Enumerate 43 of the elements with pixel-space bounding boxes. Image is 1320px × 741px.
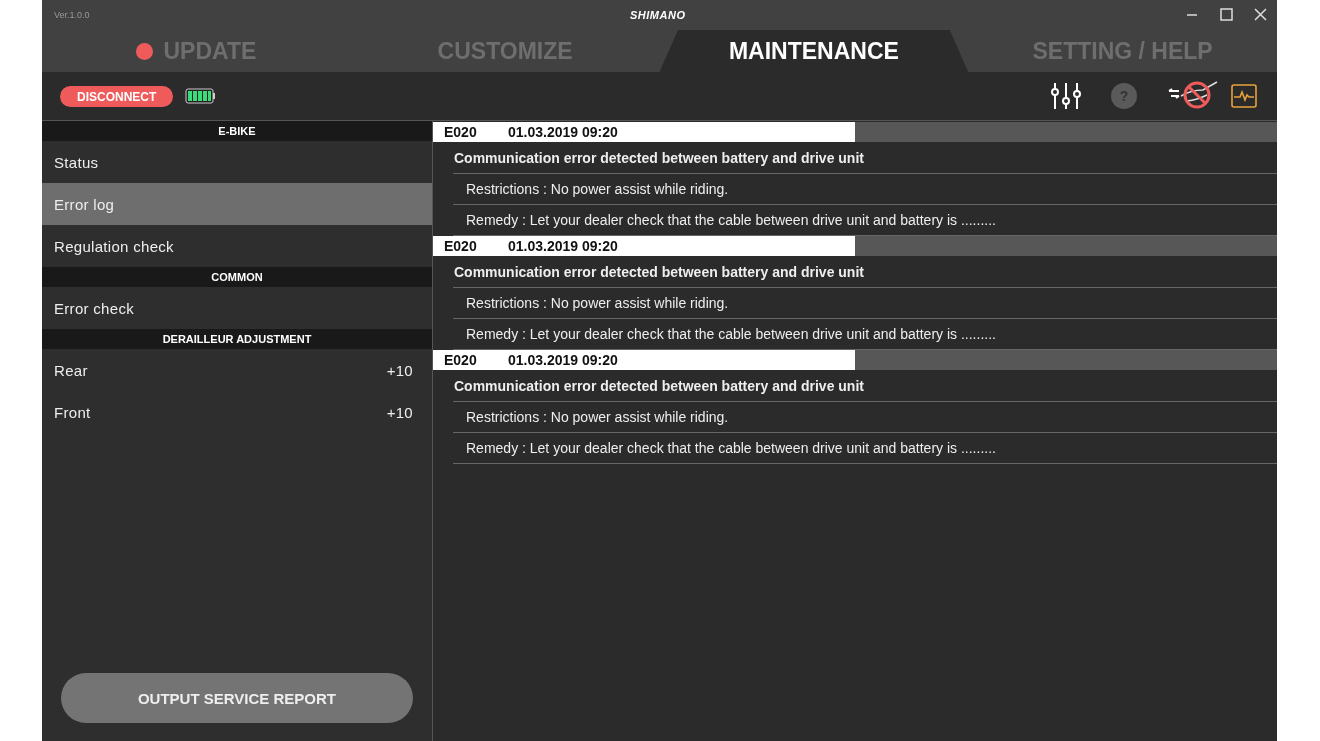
- error-time: 09:20: [581, 352, 618, 368]
- error-title: Communication error detected between battery and drive unit: [454, 378, 864, 394]
- error-code: E020: [444, 124, 478, 140]
- error-title: Communication error detected between battery and drive unit: [454, 150, 864, 166]
- menu-item[interactable]: Regulation check: [42, 225, 432, 267]
- remedy-text: Remedy : Let your dealer check that the cable between drive unit and battery is .........: [466, 212, 996, 228]
- menu-item-label: Error log: [54, 195, 115, 213]
- restrictions-text: Restrictions : No power assist while riding.: [466, 295, 729, 311]
- menu-item-label: Error check: [54, 299, 134, 317]
- error-date: 01.03.2019: [508, 124, 579, 140]
- adjustment-value: +10: [386, 361, 413, 379]
- menu-item-label: Status: [54, 153, 99, 171]
- version-label: Ver.1.0.0: [54, 10, 90, 20]
- remedy-text: Remedy : Let your dealer check that the cable between drive unit and battery is .........: [466, 440, 996, 456]
- menu-item[interactable]: Front +10: [42, 391, 432, 433]
- menu-item[interactable]: Status: [42, 141, 432, 183]
- error-date: 01.03.2019: [508, 352, 579, 368]
- brand-logo: SHIMANO: [630, 9, 686, 21]
- menu-item[interactable]: Error check: [42, 287, 432, 329]
- menu-item[interactable]: Error log: [42, 183, 432, 225]
- error-code: E020: [444, 238, 478, 254]
- output-report-button[interactable]: OUTPUT SERVICE REPORT: [61, 673, 413, 723]
- menu-item-label: Front: [54, 403, 91, 421]
- restrictions-text: Restrictions : No power assist while riding.: [466, 409, 729, 425]
- error-date: 01.03.2019: [508, 238, 579, 254]
- section-header: COMMON: [42, 267, 432, 287]
- error-title: Communication error detected between battery and drive unit: [454, 264, 864, 280]
- disconnect-button[interactable]: DISCONNECT: [60, 85, 174, 107]
- sliders-icon[interactable]: [1051, 82, 1081, 110]
- menu-item[interactable]: Rear +10: [42, 349, 432, 391]
- menu-item-label: Rear: [54, 361, 88, 379]
- nav-tab[interactable]: MAINTENANCE: [659, 30, 969, 72]
- waveform-icon[interactable]: [1231, 84, 1257, 108]
- menu-item-label: Regulation check: [54, 237, 174, 255]
- error-time: 09:20: [581, 238, 618, 254]
- adjustment-value: +10: [386, 403, 413, 421]
- error-code: E020: [444, 352, 478, 368]
- battery-icon: [185, 88, 217, 104]
- section-header: DERAILLEUR ADJUSTMENT: [42, 329, 432, 349]
- section-header: E-BIKE: [42, 121, 432, 141]
- restrictions-text: Restrictions : No power assist while riding.: [466, 181, 729, 197]
- error-time: 09:20: [581, 124, 618, 140]
- remedy-text: Remedy : Let your dealer check that the cable between drive unit and battery is .........: [466, 326, 996, 342]
